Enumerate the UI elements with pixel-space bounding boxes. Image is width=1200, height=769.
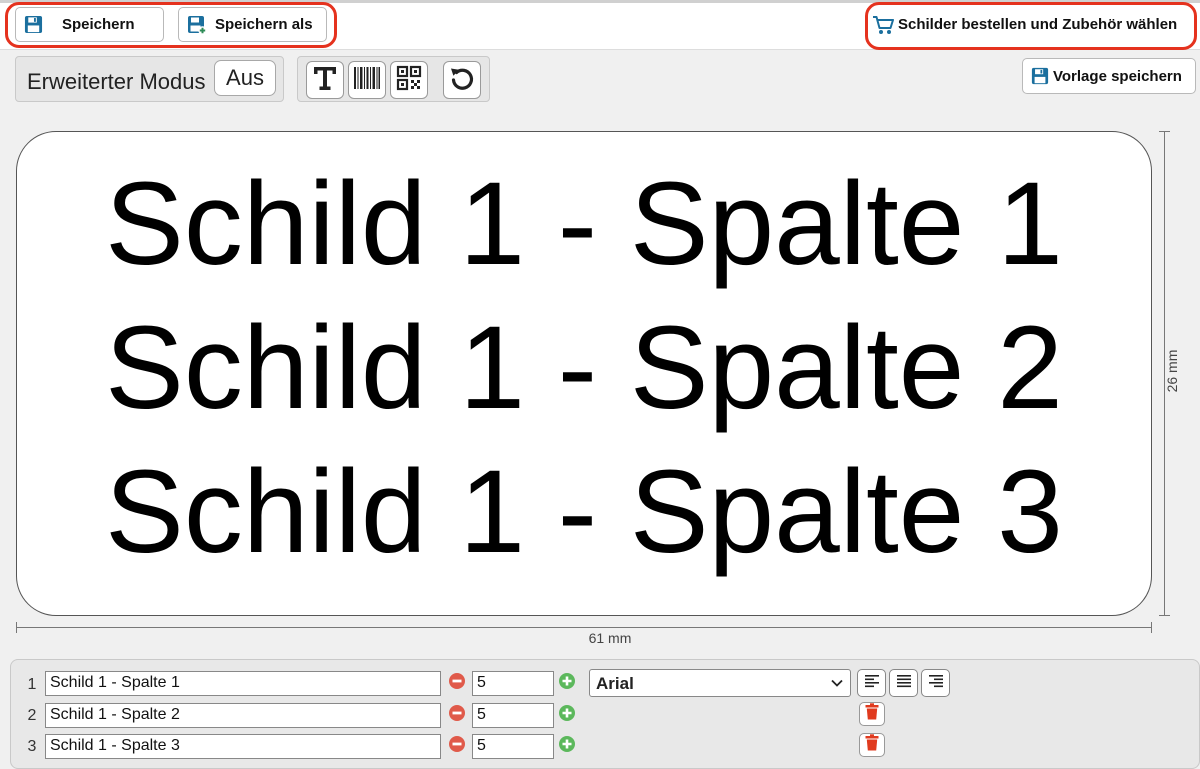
text-lines-panel: 1 Schild 1 - Spalte 1 5 Arial 2 Schild 1… [10,659,1200,769]
line-text-input[interactable]: Schild 1 - Spalte 1 [45,671,441,696]
increase-size-icon[interactable] [558,672,576,690]
align-right-icon [928,673,944,694]
qr-code-icon [395,64,423,97]
save-template-button[interactable]: Vorlage speichern [1022,58,1196,94]
sign-text-line-1[interactable]: Schild 1 - Spalte 1 [17,154,1151,294]
width-dimension-cap-right [1151,622,1152,633]
trash-icon [864,734,880,756]
increase-size-icon[interactable] [558,735,576,753]
advanced-mode-toggle[interactable]: Aus [214,60,276,96]
decrease-size-icon[interactable] [448,735,466,753]
floppy-disk-icon [1031,67,1049,85]
text-tool-button[interactable] [306,61,344,99]
undo-button[interactable] [443,61,481,99]
undo-icon [448,64,476,97]
align-left-button[interactable] [857,669,886,697]
font-family-select[interactable]: Arial [589,669,851,697]
row-number: 3 [27,738,37,755]
sign-text-line-3[interactable]: Schild 1 - Spalte 3 [17,442,1151,582]
chevron-down-icon [830,675,844,695]
decrease-size-icon[interactable] [448,672,466,690]
height-dimension-label: 26 mm [1164,349,1180,393]
align-center-button[interactable] [889,669,918,697]
align-justify-icon [896,673,912,694]
advanced-mode-panel: Erweiterter Modus Aus [15,56,284,102]
sign-preview-canvas[interactable]: Schild 1 - Spalte 1 Schild 1 - Spalte 2 … [16,131,1152,616]
decrease-size-icon[interactable] [448,704,466,722]
height-dimension-cap-top [1159,131,1170,132]
line-text-input[interactable]: Schild 1 - Spalte 2 [45,703,441,728]
barcode-tool-button[interactable] [348,61,386,99]
trash-icon [864,703,880,725]
width-dimension-label: 61 mm [588,630,632,646]
row-number: 1 [27,676,37,693]
increase-size-icon[interactable] [558,704,576,722]
highlight-ring-order [865,2,1197,50]
save-template-label: Vorlage speichern [1053,67,1182,85]
barcode-icon [352,64,382,97]
highlight-ring-save [5,2,337,48]
width-dimension-line [16,627,1152,628]
qr-code-tool-button[interactable] [390,61,428,99]
align-left-icon [864,673,880,694]
insert-tools-panel [297,56,490,102]
row-number: 2 [27,707,37,724]
font-family-value: Arial [596,674,634,693]
align-right-button[interactable] [921,669,950,697]
font-size-input[interactable]: 5 [472,734,554,759]
width-dimension-cap-left [16,622,17,633]
line-text-input[interactable]: Schild 1 - Spalte 3 [45,734,441,759]
font-size-input[interactable]: 5 [472,671,554,696]
delete-line-button[interactable] [859,733,885,757]
font-size-input[interactable]: 5 [472,703,554,728]
text-tool-icon [311,64,339,97]
delete-line-button[interactable] [859,702,885,726]
advanced-mode-label: Erweiterter Modus [27,69,206,94]
sign-text-line-2[interactable]: Schild 1 - Spalte 2 [17,298,1151,438]
height-dimension-cap-bottom [1159,615,1170,616]
